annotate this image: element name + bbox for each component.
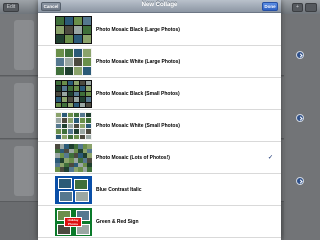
layout-thumbnail [55,48,92,76]
background-thumbnail [14,20,34,70]
layout-thumbnail [55,176,92,204]
layout-label: Photo Mosaic Black (Small Photos) [96,91,180,97]
new-collage-modal: Cancel New Collage Done Photo Mosaic Bla… [38,0,281,240]
layout-label: Blue Contrast Italic [96,187,142,193]
layout-thumbnail [55,112,92,140]
background-action-button [305,3,317,12]
chevron-right-icon [296,114,304,122]
modal-navbar: Cancel New Collage Done [38,0,281,13]
layout-label: Photo Mosaic Black (Large Photos) [96,27,180,33]
layout-row-mosaic-black-small[interactable]: Photo Mosaic Black (Small Photos) [38,78,281,110]
layout-row-mosaic-white-small[interactable]: Photo Mosaic White (Small Photos) [38,110,281,142]
layout-row-blue-contrast-italic[interactable]: Blue Contrast Italic [38,174,281,206]
holiday-photos-sign: Holiday Photos [64,217,82,227]
layout-row-mosaic-lots[interactable]: Photo Mosaic (Lots of Photos!) ✓ [38,142,281,174]
layout-label: Photo Mosaic (Lots of Photos!) [96,155,170,161]
layout-row-mosaic-black-large[interactable]: Photo Mosaic Black (Large Photos) [38,14,281,46]
layout-thumbnail: Holiday Photos [55,208,92,236]
background-right-column [284,14,320,240]
background-thumbnail [14,83,34,133]
layout-label: Photo Mosaic White (Large Photos) [96,59,181,65]
chevron-right-icon [296,51,304,59]
chevron-right-icon [296,177,304,185]
layout-label: Green & Red Sign [96,219,139,225]
layout-row-mosaic-white-large[interactable]: Photo Mosaic White (Large Photos) [38,46,281,78]
background-thumbnail [14,146,34,196]
selected-checkmark-icon: ✓ [267,155,273,161]
layout-row-green-red-sign[interactable]: Holiday Photos Green & Red Sign [38,206,281,238]
layout-thumbnail [55,144,92,172]
layout-thumbnail [55,16,92,44]
background-edit-button: Edit [3,3,19,12]
layout-thumbnail [55,80,92,108]
layout-label: Photo Mosaic White (Small Photos) [96,123,180,129]
background-add-button: + [292,3,303,12]
layout-list[interactable]: Photo Mosaic Black (Large Photos) Photo … [38,14,281,240]
modal-title: New Collage [141,2,178,8]
done-button[interactable]: Done [262,2,278,11]
